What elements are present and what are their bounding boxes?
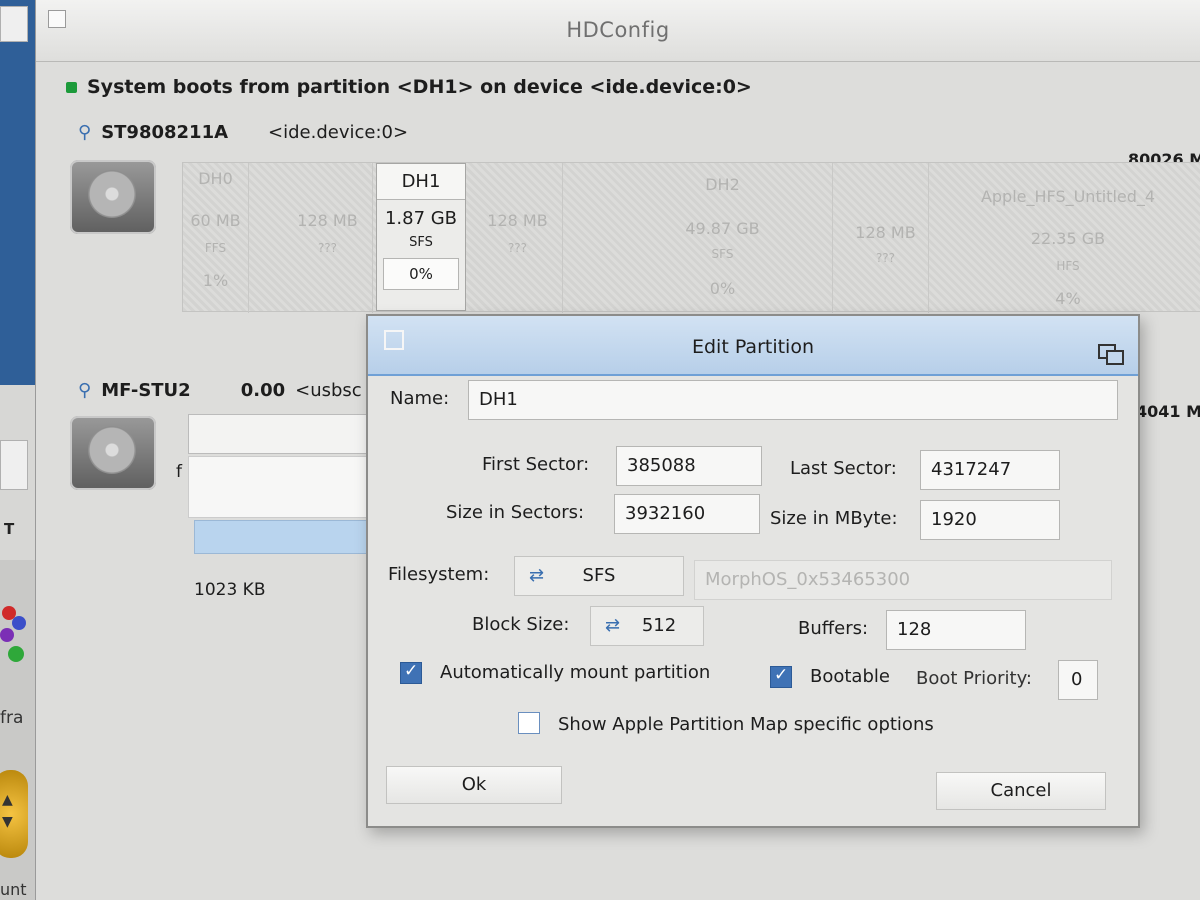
cancel-button[interactable]: Cancel	[936, 772, 1106, 810]
partition-cell[interactable]: DH0 60 MB FFS 1%	[183, 163, 249, 313]
first-sector-field[interactable]: 385088	[616, 446, 762, 486]
partition-size: 128 MB	[855, 223, 916, 242]
partition-size: 22.35 GB	[1030, 229, 1106, 248]
buffers-field[interactable]: 128	[886, 610, 1026, 650]
device-path: <usbsc	[295, 380, 362, 401]
size-mbyte-field[interactable]: 1920	[920, 500, 1060, 540]
device-usage-bar	[194, 520, 368, 554]
apple-map-checkbox[interactable]	[518, 712, 540, 734]
key-icon: ⚲	[78, 122, 92, 143]
apple-map-label: Show Apple Partition Map specific option…	[558, 714, 934, 735]
partition-fs: HFS	[1056, 259, 1080, 273]
device-row-2[interactable]: ⚲ MF-STU2 0.00 <usbsc	[78, 380, 362, 401]
colorful-orb-icon	[12, 616, 26, 630]
partition-used: 1%	[202, 271, 229, 290]
partition-cell[interactable]: 128 MB ???	[283, 163, 373, 313]
device-name: ST9808211A	[101, 122, 229, 143]
partition-cell[interactable]: Apple_HFS_Untitled_4 22.35 GB HFS 4%	[943, 163, 1193, 313]
boot-priority-label: Boot Priority:	[916, 668, 1032, 689]
name-field[interactable]: DH1	[468, 380, 1118, 420]
colorful-orb-icon	[8, 646, 24, 662]
partition-name: Apple_HFS_Untitled_4	[980, 187, 1156, 206]
block-size-cycle[interactable]: ⇄ 512	[590, 606, 704, 646]
window-titlebar[interactable]: HDConfig	[36, 0, 1200, 62]
device-free-size: 1023 KB	[194, 580, 266, 600]
hard-drive-icon[interactable]	[70, 416, 156, 490]
partition-used: 4%	[1055, 289, 1081, 308]
partition-fs: ???	[317, 241, 338, 255]
dialog-titlebar[interactable]: Edit Partition	[368, 316, 1138, 376]
window-zoom-icon[interactable]	[1098, 344, 1124, 365]
partition-fs: ???	[507, 241, 528, 255]
boot-priority-field[interactable]: 0	[1058, 660, 1098, 700]
partition-bar: DH0 60 MB FFS 1% 128 MB ??? DH1 1.87 GB …	[182, 162, 1200, 313]
bootable-label: Bootable	[810, 666, 890, 687]
name-label: Name:	[390, 388, 450, 409]
partition-size: 128 MB	[297, 211, 358, 230]
partition-name: DH2	[705, 175, 740, 194]
partition-size: 60 MB	[190, 211, 241, 230]
partition-cell[interactable]: 128 MB ???	[843, 163, 929, 313]
status-led-icon	[66, 81, 77, 93]
boot-status: System boots from partition <DH1> on dev…	[66, 76, 752, 98]
edit-partition-dialog: Edit Partition Name: DH1 First Sector: 3…	[366, 314, 1140, 828]
device-partition-header[interactable]	[188, 414, 368, 454]
filesystem-label: Filesystem:	[388, 564, 490, 585]
partition-size: 128 MB	[487, 211, 548, 230]
automount-checkbox[interactable]	[400, 661, 422, 684]
filesystem-value: SFS	[582, 565, 616, 586]
dialog-title: Edit Partition	[691, 336, 814, 358]
device-name: MF-STU2	[101, 380, 191, 401]
filesystem-cycle[interactable]: ⇄ SFS	[514, 556, 684, 596]
partition-size: 49.87 GB	[685, 219, 760, 238]
strip-fragment-top: T	[4, 520, 15, 538]
boot-status-text: System boots from partition <DH1> on dev…	[87, 76, 752, 98]
partition-name: DH0	[198, 169, 233, 188]
size-sectors-field[interactable]: 3932160	[614, 494, 760, 534]
partition-fs: ???	[875, 251, 896, 265]
block-size-value: 512	[641, 615, 677, 636]
block-size-label: Block Size:	[472, 614, 570, 635]
strip-fragment-mid: fra	[0, 708, 24, 728]
desktop-panel-box	[0, 440, 28, 490]
partition-cell[interactable]: 128 MB ???	[473, 163, 563, 313]
device-fragment: f	[176, 462, 182, 482]
device-size: 4041 M	[1136, 402, 1200, 421]
last-sector-field[interactable]: 4317247	[920, 450, 1060, 490]
size-mbyte-label: Size in MByte:	[770, 508, 898, 529]
device-capacity: 0.00	[240, 380, 286, 401]
size-sectors-label: Size in Sectors:	[446, 502, 585, 523]
partition-used: 0%	[383, 258, 459, 290]
partition-name: DH1	[377, 164, 465, 200]
device-path: <ide.device:0>	[268, 122, 409, 143]
buffers-label: Buffers:	[798, 618, 869, 639]
partition-cell[interactable]: DH2 49.87 GB SFS 0%	[613, 163, 833, 313]
colorful-orb-icon	[0, 628, 14, 642]
desktop-left-strip: T fra ▲ ▼ unt	[0, 0, 36, 900]
desktop-icon-box[interactable]	[0, 6, 28, 42]
window-title: HDConfig	[566, 18, 670, 42]
partition-selected[interactable]: DH1 1.87 GB SFS 0%	[376, 163, 466, 311]
filesystem-id-field: MorphOS_0x53465300	[694, 560, 1112, 600]
device-row-1[interactable]: ⚲ ST9808211A <ide.device:0>	[78, 122, 408, 143]
scroll-arrows-icon[interactable]: ▲ ▼	[0, 770, 28, 858]
first-sector-label: First Sector:	[482, 454, 590, 475]
ok-button[interactable]: Ok	[386, 766, 562, 804]
strip-fragment-bottom: unt	[0, 880, 27, 899]
automount-label: Automatically mount partition	[440, 662, 711, 683]
key-icon: ⚲	[78, 380, 92, 401]
partition-fs: SFS	[711, 247, 734, 261]
partition-fs: FFS	[204, 241, 227, 255]
hard-drive-icon[interactable]	[70, 160, 156, 234]
last-sector-label: Last Sector:	[790, 458, 897, 479]
bootable-checkbox[interactable]	[770, 665, 792, 688]
partition-fs: SFS	[409, 235, 433, 250]
partition-size: 1.87 GB	[384, 208, 458, 229]
device-partition-area[interactable]	[188, 456, 368, 518]
partition-used: 0%	[709, 279, 736, 298]
